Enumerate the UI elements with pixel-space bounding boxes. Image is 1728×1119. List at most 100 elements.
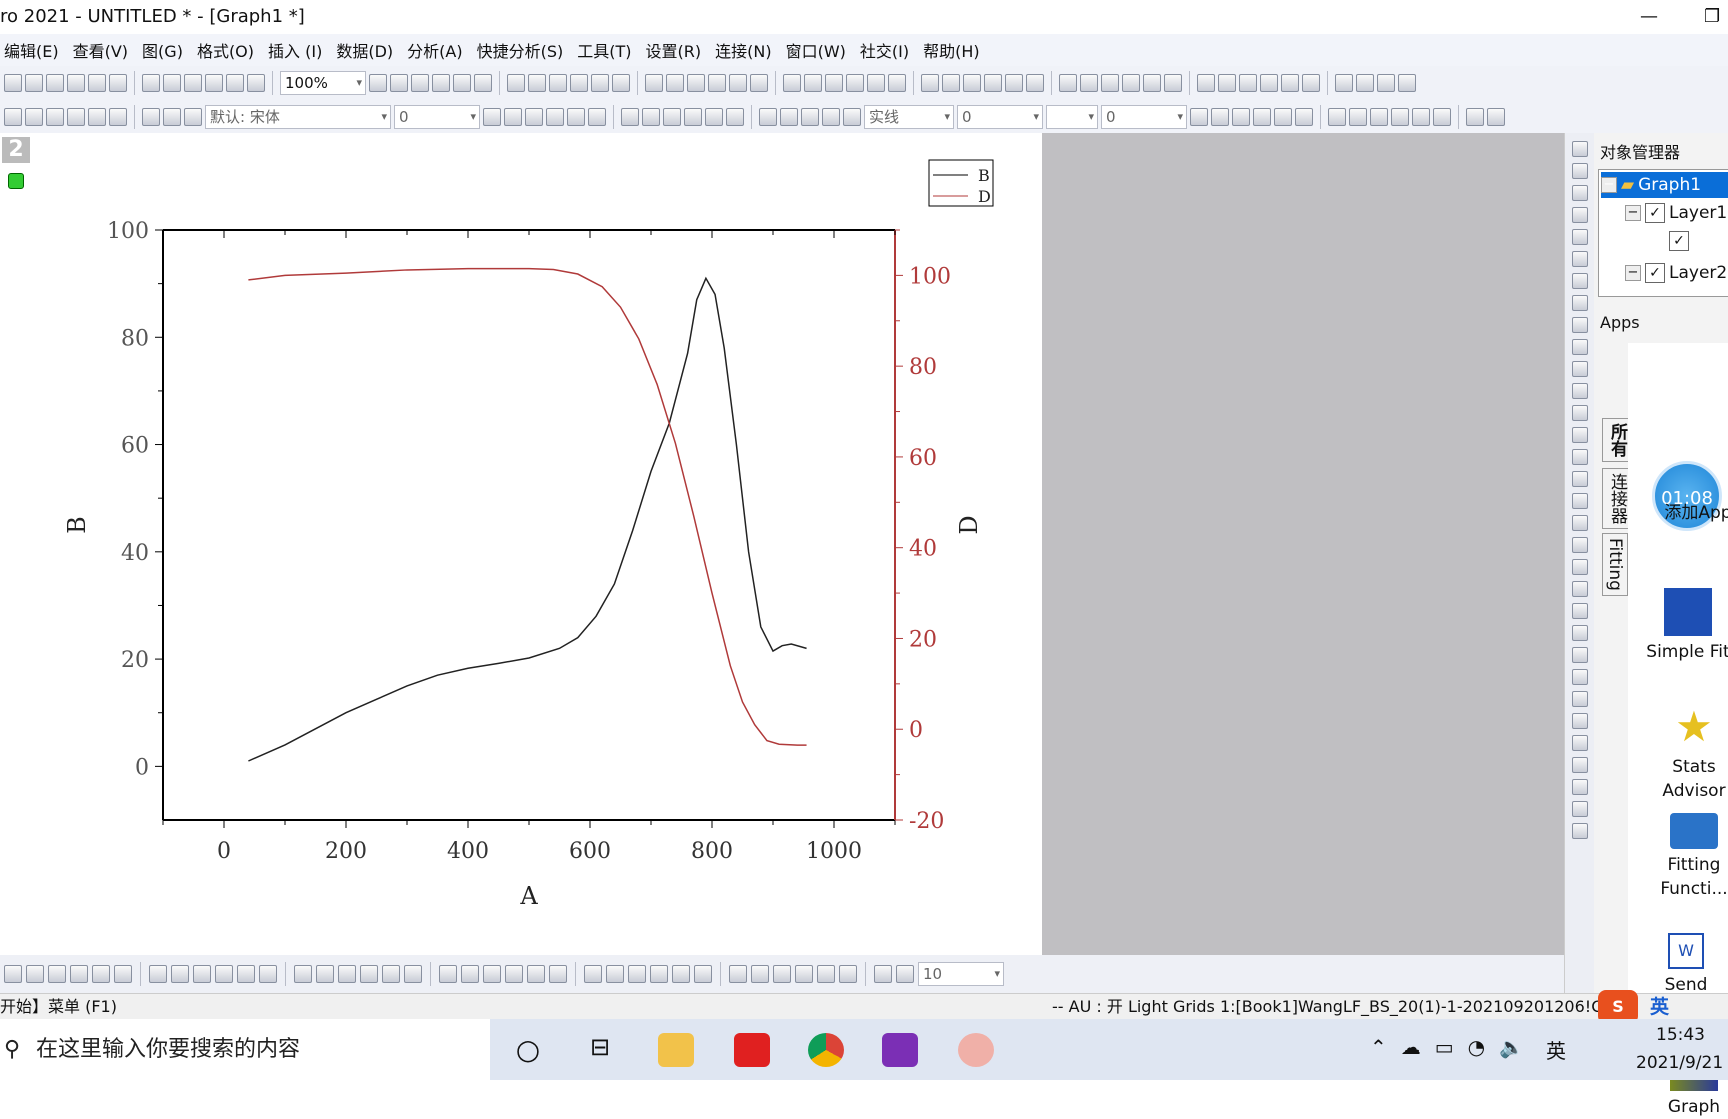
toolbar-button-icon[interactable]	[1122, 74, 1140, 92]
vertical-toolbar-button-icon[interactable]	[1571, 625, 1588, 641]
vertical-toolbar-button-icon[interactable]	[1571, 735, 1588, 751]
toolbar-button-icon[interactable]	[88, 74, 106, 92]
vertical-toolbar-button-icon[interactable]	[1571, 295, 1588, 311]
menu-item[interactable]: 查看(V)	[73, 38, 128, 62]
toolbar-button-icon[interactable]	[25, 74, 43, 92]
toolbar-button-icon[interactable]	[247, 74, 265, 92]
toolbar-button-icon[interactable]	[1005, 74, 1023, 92]
toolbar-button-icon[interactable]	[1143, 74, 1161, 92]
pattern-combo[interactable]: 0	[1101, 105, 1187, 129]
tree-item-layer1[interactable]: − ✓ Layer1	[1625, 200, 1727, 226]
toolbar-button-icon[interactable]	[591, 74, 609, 92]
toolbar-button-icon[interactable]	[839, 965, 857, 983]
vertical-toolbar-button-icon[interactable]	[1571, 669, 1588, 685]
toolbar-button-icon[interactable]	[729, 965, 747, 983]
apps-tab-fitting[interactable]: Fitting	[1602, 533, 1628, 596]
toolbar-button-icon[interactable]	[942, 74, 960, 92]
toolbar-button-icon[interactable]	[795, 965, 813, 983]
toolbar-button-icon[interactable]	[1391, 108, 1409, 126]
toolbar-button-icon[interactable]	[294, 965, 312, 983]
vertical-toolbar-button-icon[interactable]	[1571, 405, 1588, 421]
toolbar-button-icon[interactable]	[570, 74, 588, 92]
vertical-toolbar-button-icon[interactable]	[1571, 185, 1588, 201]
font-combo[interactable]: 默认: 宋体	[205, 105, 391, 129]
tree-item-graph1[interactable]: − ▰ Graph1	[1601, 172, 1728, 198]
vertical-toolbar-button-icon[interactable]	[1571, 603, 1588, 619]
toolbar-button-icon[interactable]	[26, 965, 44, 983]
toolbar-button-icon[interactable]	[184, 108, 202, 126]
toolbar-button-icon[interactable]	[1232, 108, 1250, 126]
collapse-icon[interactable]: −	[1625, 265, 1641, 281]
toolbar-button-icon[interactable]	[504, 108, 522, 126]
toolbar-button-icon[interactable]	[549, 965, 567, 983]
toolbar-button-icon[interactable]	[708, 74, 726, 92]
vertical-toolbar-button-icon[interactable]	[1571, 823, 1588, 839]
toolbar-button-icon[interactable]	[1164, 74, 1182, 92]
toolbar-button-icon[interactable]	[684, 108, 702, 126]
toolbar-button-icon[interactable]	[184, 74, 202, 92]
color-combo[interactable]	[1046, 105, 1098, 129]
checkbox[interactable]: ✓	[1645, 263, 1665, 283]
toolbar-button-icon[interactable]	[4, 965, 22, 983]
toolbar-button-icon[interactable]	[483, 108, 501, 126]
tree-item-layer2[interactable]: − ✓ Layer2	[1625, 260, 1727, 286]
vertical-toolbar-button-icon[interactable]	[1571, 317, 1588, 333]
restore-button[interactable]: ❐	[1704, 0, 1720, 34]
toolbar-button-icon[interactable]	[92, 965, 110, 983]
toolbar-button-icon[interactable]	[672, 965, 690, 983]
toolbar-button-icon[interactable]	[1412, 108, 1430, 126]
toolbar-button-icon[interactable]	[411, 74, 429, 92]
toolbar-button-icon[interactable]	[369, 74, 387, 92]
toolbar-button-icon[interactable]	[773, 965, 791, 983]
toolbar-button-icon[interactable]	[1190, 108, 1208, 126]
toolbar-button-icon[interactable]	[259, 965, 277, 983]
menu-item[interactable]: 工具(T)	[577, 38, 631, 62]
menu-item[interactable]: 数据(D)	[336, 38, 393, 62]
toolbar-button-icon[interactable]	[984, 74, 1002, 92]
chrome-icon[interactable]	[808, 1033, 844, 1067]
toolbar-button-icon[interactable]	[642, 108, 660, 126]
toolbar-button-icon[interactable]	[163, 74, 181, 92]
line-style-combo[interactable]: 实线	[864, 105, 954, 129]
youdao-icon[interactable]	[734, 1033, 770, 1067]
toolbar-button-icon[interactable]	[1197, 74, 1215, 92]
vertical-toolbar-button-icon[interactable]	[1571, 427, 1588, 443]
toolbar-button-icon[interactable]	[46, 108, 64, 126]
app-stats-advisor[interactable]: ★ Stats Advisor	[1644, 703, 1728, 803]
toolbar-button-icon[interactable]	[567, 108, 585, 126]
toolbar-button-icon[interactable]	[67, 108, 85, 126]
menu-item[interactable]: 社交(I)	[860, 38, 909, 62]
toolbar-button-icon[interactable]	[505, 965, 523, 983]
checkbox[interactable]: ✓	[1645, 203, 1665, 223]
toolbar-button-icon[interactable]	[474, 74, 492, 92]
toolbar-button-icon[interactable]	[4, 74, 22, 92]
toolbar-button-icon[interactable]	[963, 74, 981, 92]
menu-item[interactable]: 分析(A)	[407, 38, 462, 62]
toolbar-button-icon[interactable]	[1253, 108, 1271, 126]
vertical-toolbar-button-icon[interactable]	[1571, 537, 1588, 553]
toolbar-button-icon[interactable]	[663, 108, 681, 126]
menu-item[interactable]: 编辑(E)	[4, 38, 59, 62]
vertical-toolbar-button-icon[interactable]	[1571, 647, 1588, 663]
toolbar-button-icon[interactable]	[628, 965, 646, 983]
toolbar-button-icon[interactable]	[1295, 108, 1313, 126]
minimize-button[interactable]: —	[1640, 0, 1658, 34]
toolbar-button-icon[interactable]	[846, 74, 864, 92]
toolbar-button-icon[interactable]	[114, 965, 132, 983]
vertical-toolbar-button-icon[interactable]	[1571, 581, 1588, 597]
vertical-toolbar-button-icon[interactable]	[1571, 449, 1588, 465]
toolbar-button-icon[interactable]	[694, 965, 712, 983]
toolbar-button-icon[interactable]	[888, 74, 906, 92]
toolbar-button-icon[interactable]	[1260, 74, 1278, 92]
toolbar-button-icon[interactable]	[338, 965, 356, 983]
toolbar-button-icon[interactable]	[1026, 74, 1044, 92]
toolbar-button-icon[interactable]	[606, 965, 624, 983]
toolbar-button-icon[interactable]	[142, 108, 160, 126]
toolbar-button-icon[interactable]	[109, 74, 127, 92]
toolbar-button-icon[interactable]	[46, 74, 64, 92]
vertical-toolbar-button-icon[interactable]	[1571, 273, 1588, 289]
toolbar-button-icon[interactable]	[1059, 74, 1077, 92]
toolbar-button-icon[interactable]	[1328, 108, 1346, 126]
line-width-combo[interactable]: 0	[957, 105, 1043, 129]
collapse-icon[interactable]: −	[1625, 205, 1641, 221]
